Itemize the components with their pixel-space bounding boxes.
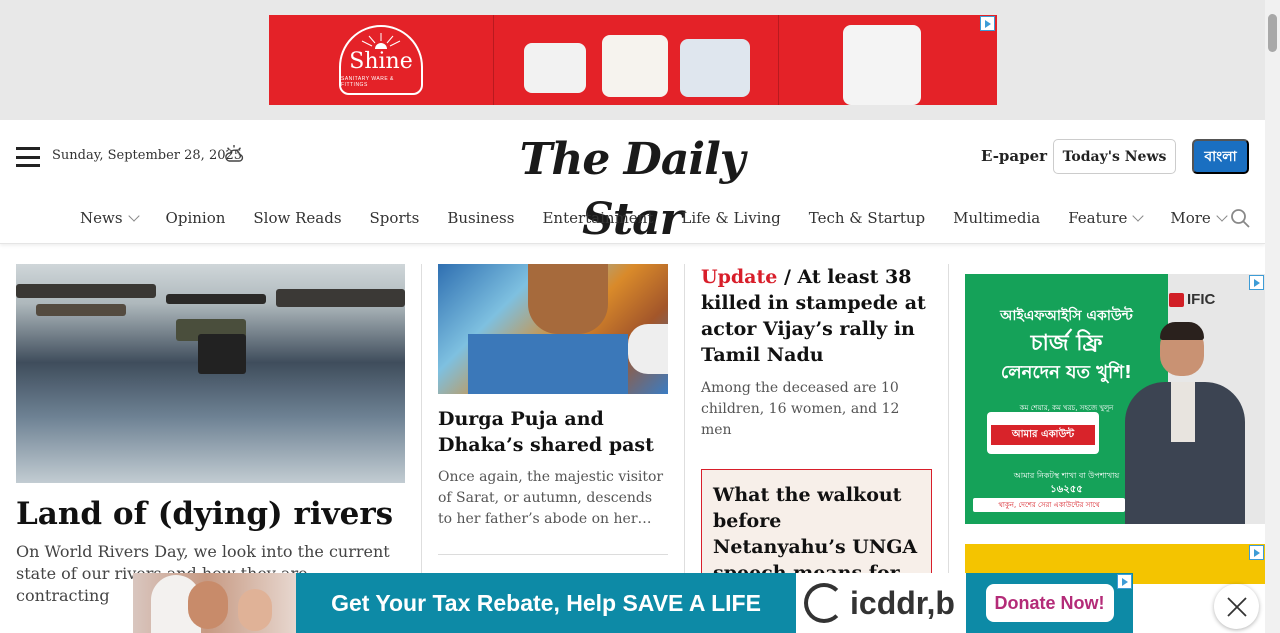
lead-article[interactable]: Land of (dying) rivers On World Rivers D… <box>16 264 405 607</box>
divider <box>438 554 668 555</box>
donate-now-button[interactable]: Donate Now! <box>985 584 1114 622</box>
nav-item-business[interactable]: Business <box>447 209 514 227</box>
nav-item-more[interactable]: More <box>1170 209 1228 227</box>
nav-item-life-living[interactable]: Life & Living <box>681 209 780 227</box>
ad-card-label: আমার একাউন্ট <box>991 425 1095 445</box>
product-image <box>602 35 668 97</box>
adchoices-icon[interactable] <box>1249 545 1264 560</box>
main-nav: News Opinion Slow Reads Sports Business … <box>80 206 1228 230</box>
bangla-language-button[interactable]: বাংলা <box>1192 139 1249 174</box>
product-image <box>524 43 586 93</box>
shine-brand: Shine <box>349 48 413 74</box>
breaking-article-summary: Among the deceased are 10 children, 16 w… <box>701 380 900 438</box>
article-summary: Once again, the majestic visitor of Sara… <box>438 469 664 527</box>
ad-photo <box>133 573 296 633</box>
menu-icon[interactable] <box>16 147 40 167</box>
article-image[interactable] <box>438 264 668 394</box>
bottom-sticky-ad[interactable]: Get Your Tax Rebate, Help SAVE A LIFE ic… <box>133 573 1133 633</box>
product-panel <box>494 15 779 105</box>
chevron-down-icon <box>127 210 140 222</box>
lead-article-title[interactable]: Land of (dying) rivers <box>16 495 405 533</box>
nav-item-news[interactable]: News <box>80 209 140 227</box>
column-divider <box>684 264 685 573</box>
chevron-down-icon <box>1132 210 1145 222</box>
close-icon <box>1226 596 1247 617</box>
update-tag: Update <box>701 266 778 288</box>
ific-logo-icon <box>1169 293 1184 307</box>
top-banner-ad[interactable]: Shine SANITARY WARE & FITTINGS <box>269 15 997 105</box>
ad-headline: Get Your Tax Rebate, Help SAVE A LIFE <box>296 573 796 633</box>
nav-item-feature[interactable]: Feature <box>1068 209 1145 227</box>
nav-item-entertainment[interactable]: Entertainment <box>542 209 653 227</box>
shine-logo-panel: Shine SANITARY WARE & FITTINGS <box>269 15 494 105</box>
todays-news-button[interactable]: Today's News <box>1053 139 1176 174</box>
page-scrollbar[interactable] <box>1265 0 1280 633</box>
shine-tagline: SANITARY WARE & FITTINGS <box>341 75 394 88</box>
article-card[interactable]: Durga Puja and Dhaka’s shared past Once … <box>438 264 668 555</box>
shine-logo: Shine SANITARY WARE & FITTINGS <box>339 25 423 95</box>
column-divider <box>421 264 422 573</box>
ific-side-ad[interactable]: IFIC আইএফআইসি একাউন্ট চার্জ ফ্রি লেনদেন … <box>965 274 1265 524</box>
site-logo[interactable]: The Daily Star <box>482 130 782 245</box>
current-date: Sunday, September 28, 2025 <box>52 148 243 163</box>
close-ad-button[interactable] <box>1214 584 1259 629</box>
icddrb-brand: icddr,b <box>796 573 966 633</box>
top-ad-band: Shine SANITARY WARE & FITTINGS <box>0 0 1265 120</box>
adchoices-icon[interactable] <box>1117 574 1132 589</box>
nav-item-multimedia[interactable]: Multimedia <box>953 209 1040 227</box>
product-image <box>843 25 921 105</box>
ad-cta-panel: Donate Now! <box>966 573 1133 633</box>
icddrb-logo-icon <box>804 583 844 623</box>
scrollbar-thumb[interactable] <box>1268 14 1277 52</box>
breaking-article-title[interactable]: Update / At least 38 killed in stampede … <box>701 264 933 368</box>
ad-footer: থাকুন, দেশের সেরা একাউন্টের সাথে <box>973 498 1125 512</box>
lead-article-image[interactable] <box>16 264 405 483</box>
weather-cloud-sun-icon <box>225 145 244 162</box>
epaper-link[interactable]: E-paper <box>981 147 1047 165</box>
ad-card: আমার একাউন্ট <box>987 412 1099 454</box>
adchoices-icon[interactable] <box>980 16 995 31</box>
product-image <box>680 39 750 97</box>
sun-rays-icon <box>361 32 401 49</box>
nav-item-tech-startup[interactable]: Tech & Startup <box>809 209 925 227</box>
ific-brand: IFIC <box>1187 291 1216 308</box>
chevron-down-icon <box>1216 210 1228 222</box>
nav-item-opinion[interactable]: Opinion <box>166 209 226 227</box>
column-divider <box>948 264 949 573</box>
site-header: Sunday, September 28, 2025 The Daily Sta… <box>0 120 1265 245</box>
search-icon[interactable] <box>1230 208 1250 228</box>
adchoices-icon[interactable] <box>1249 275 1264 290</box>
product-panel <box>779 15 997 105</box>
ad-person-image <box>1115 322 1265 524</box>
nav-item-slow-reads[interactable]: Slow Reads <box>253 209 341 227</box>
nav-item-sports[interactable]: Sports <box>370 209 420 227</box>
article-title[interactable]: Durga Puja and Dhaka’s shared past <box>438 406 668 458</box>
